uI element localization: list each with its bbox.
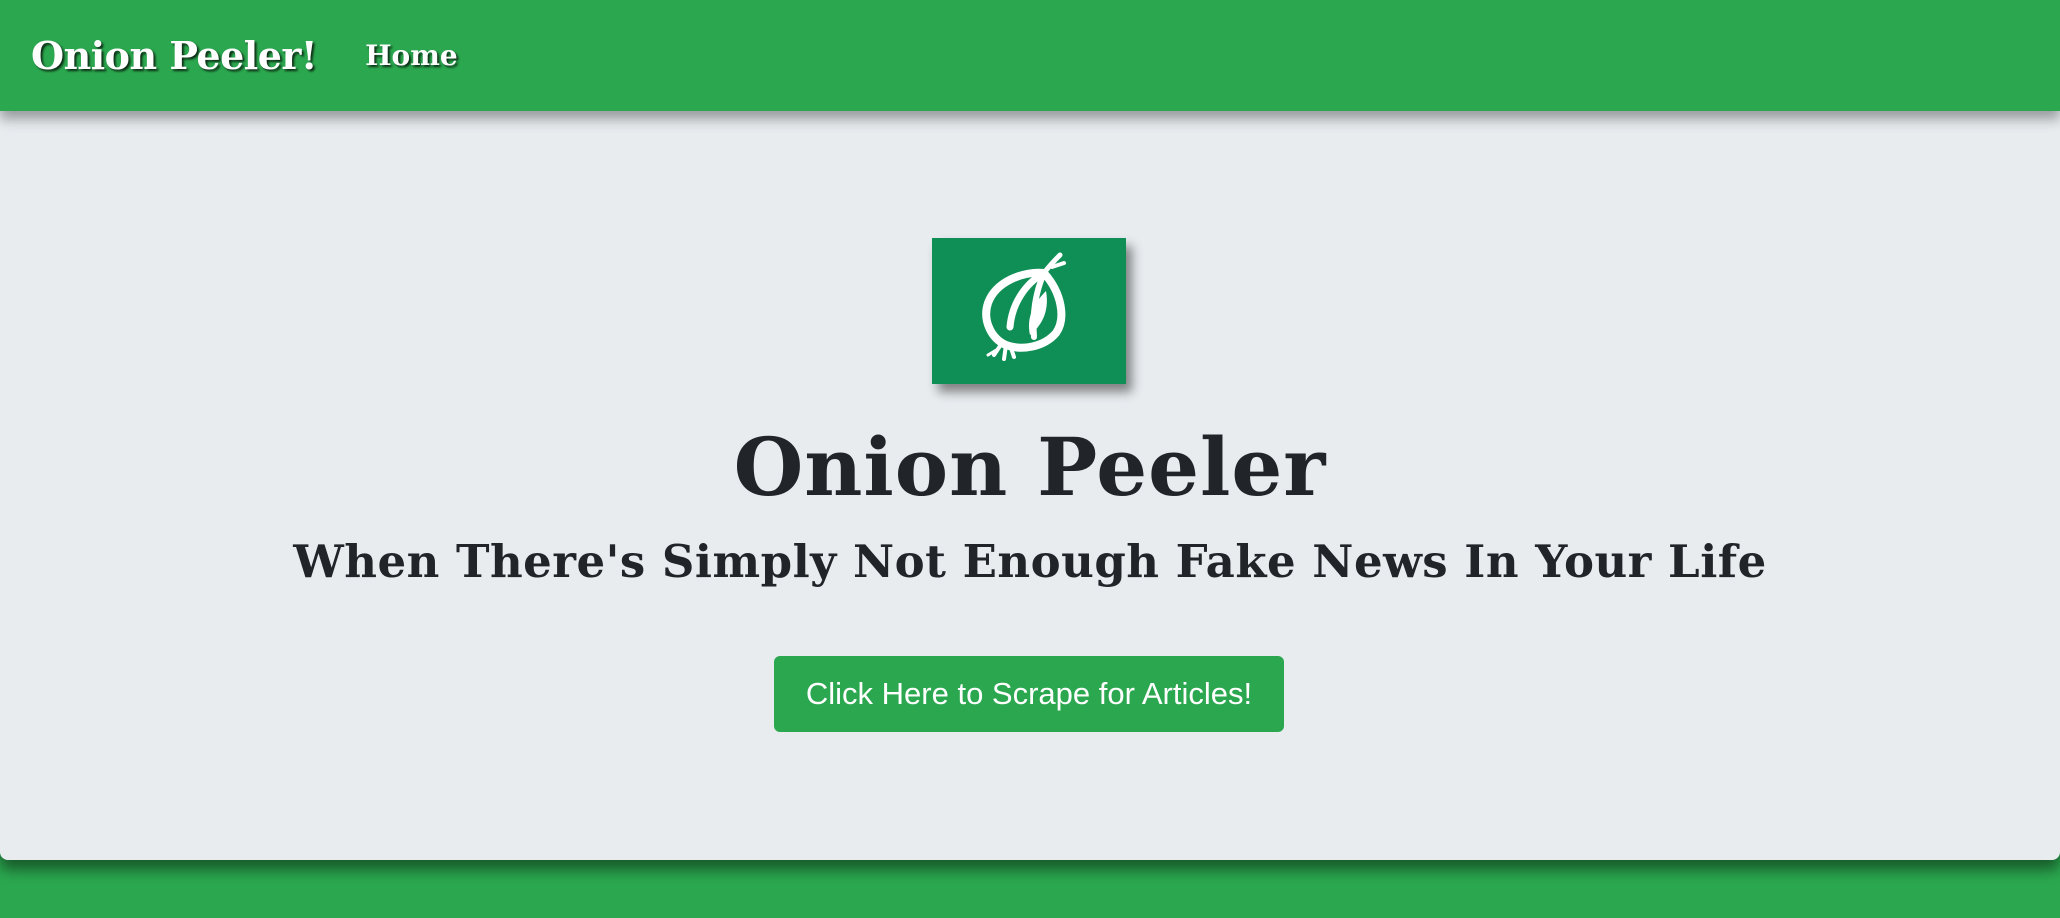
onion-icon: [982, 252, 1066, 361]
navbar-brand[interactable]: Onion Peeler!: [31, 33, 318, 78]
page-subtitle: When There's Simply Not Enough Fake News…: [293, 535, 1767, 588]
onion-logo: [932, 238, 1126, 384]
page-title: Onion Peeler: [733, 420, 1327, 514]
navbar: Onion Peeler! Home: [0, 0, 2060, 111]
scrape-articles-button[interactable]: Click Here to Scrape for Articles!: [774, 656, 1284, 732]
nav-link-home[interactable]: Home: [365, 39, 458, 72]
jumbotron: Onion Peeler When There's Simply Not Eno…: [0, 111, 2060, 860]
